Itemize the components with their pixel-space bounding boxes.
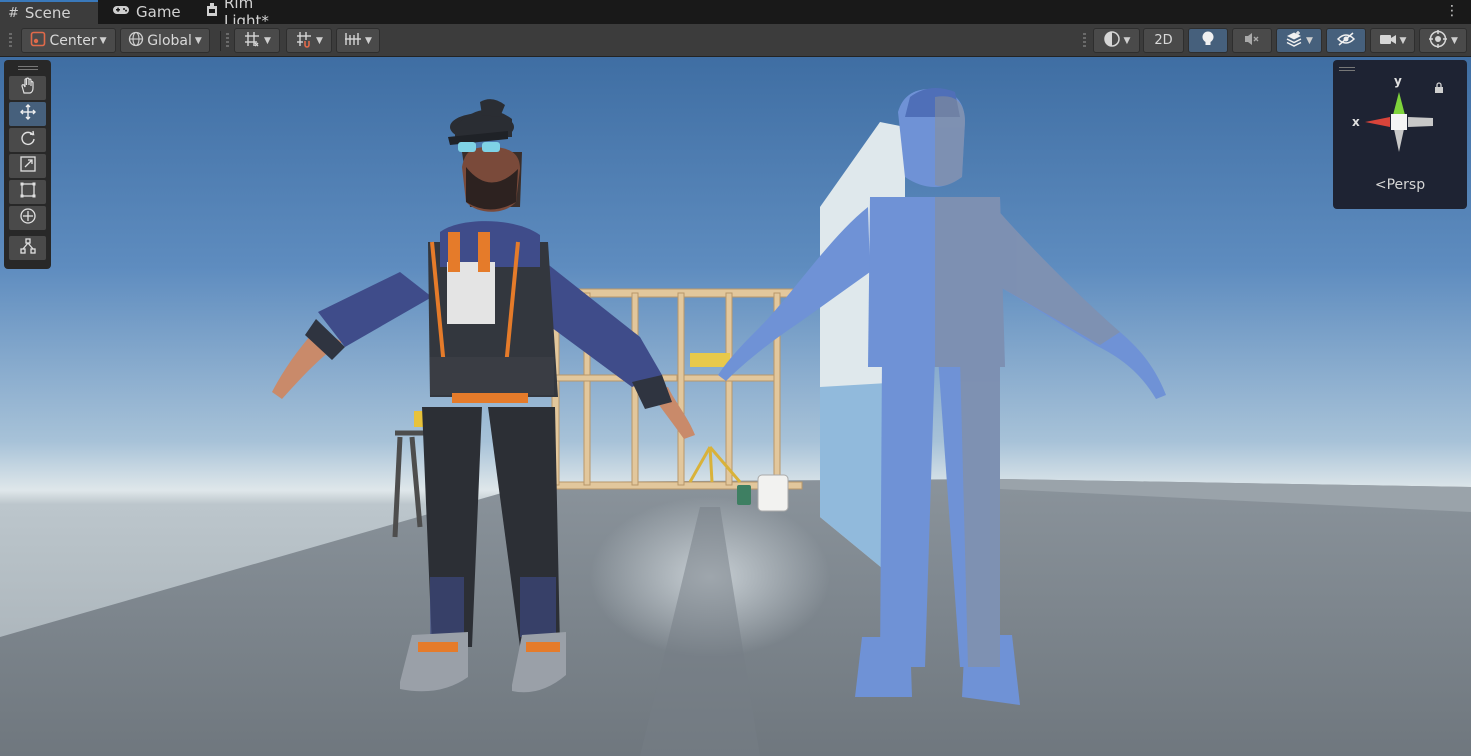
pivot-center-icon bbox=[30, 31, 46, 51]
grid-snap-icon bbox=[295, 30, 313, 52]
draw-mode-dropdown[interactable]: ▼ bbox=[1093, 28, 1140, 53]
pivot-mode-label: Center bbox=[49, 32, 97, 49]
move-tool-button[interactable] bbox=[9, 102, 46, 126]
custom-editor-tool-icon bbox=[19, 237, 37, 259]
increment-snap-button[interactable]: ▼ bbox=[336, 28, 380, 53]
scene-audio-toggle[interactable] bbox=[1232, 28, 1272, 53]
toggle-2d-label: 2D bbox=[1154, 33, 1173, 48]
hand-tool-button[interactable] bbox=[9, 76, 46, 100]
shading-mode-icon bbox=[1103, 30, 1121, 52]
orientation-gizmo[interactable]: y x <Persp bbox=[1333, 60, 1467, 209]
work-light-head bbox=[690, 353, 730, 367]
chevron-down-icon: ▼ bbox=[264, 35, 271, 46]
rect-tool-button[interactable] bbox=[9, 180, 46, 204]
tab-rim-light[interactable]: Rim Light* bbox=[198, 0, 310, 30]
gizmos-icon bbox=[1428, 29, 1448, 53]
chevron-down-icon: ▼ bbox=[1306, 35, 1313, 46]
projection-label: Persp bbox=[1386, 177, 1426, 193]
rotate-tool-button[interactable] bbox=[9, 128, 46, 152]
pivot-rotation-dropdown[interactable]: Global ▼ bbox=[120, 28, 210, 53]
perspective-icon: < bbox=[1374, 177, 1387, 193]
axis-x-cone bbox=[1365, 117, 1390, 127]
toolbar-grip[interactable] bbox=[1083, 33, 1086, 49]
gizmo-center-cube bbox=[1391, 114, 1407, 130]
pivot-mode-dropdown[interactable]: Center ▼ bbox=[21, 28, 116, 53]
paint-bucket bbox=[757, 474, 789, 512]
chevron-down-icon: ▼ bbox=[1399, 35, 1407, 46]
scene-effects-dropdown[interactable]: ▼ bbox=[1276, 28, 1322, 53]
effects-layers-icon bbox=[1285, 30, 1303, 52]
editor-tab-bar: # Scene Game Rim Light* ⋮ bbox=[0, 0, 1471, 30]
hand-icon bbox=[19, 77, 37, 99]
more-options-icon[interactable]: ⋮ bbox=[1445, 3, 1459, 19]
tab-game[interactable]: Game bbox=[104, 0, 194, 24]
axis-neg-x-cone bbox=[1408, 117, 1433, 127]
scale-tool-button[interactable] bbox=[9, 154, 46, 178]
increment-snap-icon bbox=[344, 31, 362, 51]
tab-scene-label: Scene bbox=[24, 4, 71, 22]
scene-camera-dropdown[interactable]: ▼ bbox=[1370, 28, 1415, 53]
toolbar-grip[interactable] bbox=[226, 33, 229, 49]
chevron-down-icon: ▼ bbox=[1451, 35, 1458, 46]
gamepad-icon bbox=[112, 4, 130, 20]
prefab-icon bbox=[206, 3, 218, 21]
hash-icon: # bbox=[8, 5, 19, 21]
rect-transform-icon bbox=[19, 181, 37, 203]
camera-icon bbox=[1379, 32, 1397, 50]
toolbar-grip[interactable] bbox=[9, 33, 12, 49]
custom-tool-button[interactable] bbox=[9, 236, 46, 260]
scene-toolbar: Center ▼ Global ▼ ▼ ▼ ▼ ▼ 2D ▼ ▼ ▼ bbox=[0, 24, 1471, 57]
chevron-down-icon: ▼ bbox=[365, 35, 372, 46]
globe-icon bbox=[128, 31, 144, 51]
pivot-rotation-label: Global bbox=[147, 32, 192, 49]
projection-toggle[interactable]: <Persp bbox=[1333, 177, 1467, 193]
transform-icon bbox=[19, 207, 37, 229]
tool-palette bbox=[4, 60, 51, 269]
toolbar-separator bbox=[220, 31, 221, 51]
scene-render bbox=[0, 88, 1471, 756]
grid-icon bbox=[243, 30, 261, 52]
hidden-eye-icon bbox=[1336, 31, 1356, 51]
axis-y-cone bbox=[1393, 92, 1405, 115]
scene-lighting-toggle[interactable] bbox=[1188, 28, 1228, 53]
paint-can bbox=[737, 485, 751, 505]
chevron-down-icon: ▼ bbox=[1123, 35, 1131, 46]
move-arrows-icon bbox=[19, 103, 37, 125]
chevron-down-icon: ▼ bbox=[99, 35, 107, 46]
gizmo-grip[interactable] bbox=[1339, 67, 1355, 71]
chevron-down-icon: ▼ bbox=[316, 35, 323, 46]
audio-mute-icon bbox=[1243, 31, 1261, 51]
chevron-down-icon: ▼ bbox=[194, 35, 202, 46]
tool-palette-grip[interactable] bbox=[17, 66, 38, 70]
gizmos-dropdown[interactable]: ▼ bbox=[1419, 28, 1467, 53]
rotate-icon bbox=[19, 129, 37, 151]
scene-viewport[interactable]: y x <Persp bbox=[0, 57, 1471, 756]
axis-neg-y-cone bbox=[1394, 129, 1404, 152]
transform-tool-button[interactable] bbox=[9, 206, 46, 230]
tab-scene[interactable]: # Scene bbox=[0, 0, 98, 24]
lightbulb-icon bbox=[1201, 30, 1215, 52]
scale-icon bbox=[19, 155, 37, 177]
grid-visibility-button[interactable]: ▼ bbox=[234, 28, 280, 53]
tab-game-label: Game bbox=[136, 3, 181, 21]
toggle-2d-button[interactable]: 2D bbox=[1143, 28, 1184, 53]
axis-cones[interactable] bbox=[1359, 82, 1439, 162]
grid-snap-button[interactable]: ▼ bbox=[286, 28, 332, 53]
scene-visibility-toggle[interactable] bbox=[1326, 28, 1366, 53]
